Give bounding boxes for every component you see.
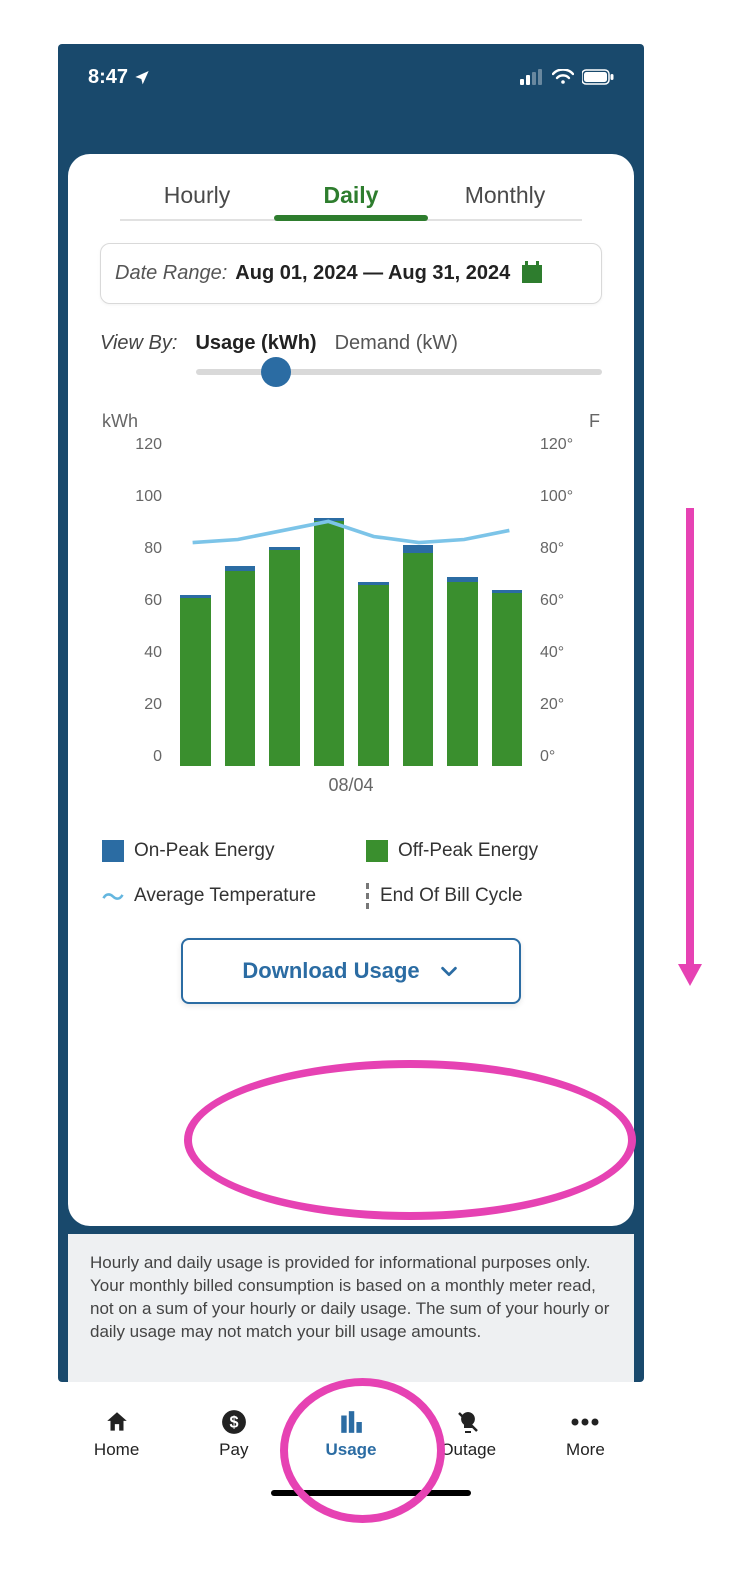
nav-more[interactable]: More (527, 1386, 644, 1482)
download-usage-label: Download Usage (242, 958, 419, 984)
dollar-icon: $ (221, 1408, 247, 1436)
chart-legend: On-Peak Energy Off-Peak Energy 〜Average … (102, 840, 600, 912)
ellipsis-icon (570, 1408, 600, 1436)
date-range-label: Date Range: (115, 262, 227, 285)
svg-text:$: $ (229, 1413, 238, 1431)
view-by-demand-option[interactable]: Demand (kW) (335, 332, 458, 355)
nav-home[interactable]: Home (58, 1386, 175, 1482)
view-by-usage-option[interactable]: Usage (kWh) (195, 332, 316, 355)
usage-card: Hourly Daily Monthly Date Range: Aug 01,… (68, 154, 634, 1226)
legend-bill-cycle: End Of Bill Cycle (366, 880, 600, 912)
location-icon (134, 69, 150, 85)
wave-icon: 〜 (102, 880, 124, 912)
chevron-down-icon (438, 960, 460, 982)
view-by-label: View By: (100, 332, 177, 355)
status-time: 8:47 (88, 66, 128, 89)
battery-icon (582, 69, 614, 85)
usage-chart[interactable]: 120100806040200 120°100°80°60°40°20°0° 0… (98, 436, 604, 796)
bottom-nav: Home $ Pay Usage Outage More (58, 1386, 644, 1482)
disclaimer-text: Hourly and daily usage is provided for i… (90, 1252, 612, 1344)
legend-avg-temp: 〜Average Temperature (102, 880, 336, 912)
y-axis-right-title: F (589, 411, 600, 432)
bar-chart-icon (337, 1408, 365, 1436)
tab-monthly[interactable]: Monthly (428, 182, 582, 219)
nav-usage[interactable]: Usage (292, 1386, 409, 1482)
period-tabs: Hourly Daily Monthly (120, 182, 582, 221)
legend-off-peak: Off-Peak Energy (366, 840, 600, 862)
date-range-picker[interactable]: Date Range: Aug 01, 2024 — Aug 31, 2024 (100, 243, 602, 304)
square-icon (366, 840, 388, 862)
status-bar: 8:47 (58, 44, 644, 110)
temperature-line (170, 446, 532, 808)
legend-on-peak: On-Peak Energy (102, 840, 336, 862)
lightbulb-off-icon (456, 1408, 480, 1436)
calendar-icon (522, 265, 542, 283)
app-frame: 8:47 Hourly Daily Monthly (58, 44, 644, 1382)
home-indicator[interactable] (271, 1490, 471, 1496)
y-axis-left-ticks: 120100806040200 (98, 436, 168, 766)
cellular-icon (520, 69, 544, 85)
tab-hourly[interactable]: Hourly (120, 182, 274, 219)
wifi-icon (552, 69, 574, 85)
slider-knob[interactable] (261, 357, 291, 387)
tab-daily[interactable]: Daily (274, 182, 428, 219)
view-by-slider[interactable] (196, 361, 602, 383)
annotation-arrow-head (678, 964, 702, 986)
square-icon (102, 840, 124, 862)
y-axis-right-ticks: 120°100°80°60°40°20°0° (534, 436, 604, 766)
nav-outage[interactable]: Outage (410, 1386, 527, 1482)
y-axis-left-title: kWh (102, 411, 138, 432)
x-axis-label: 08/04 (170, 775, 532, 796)
nav-pay[interactable]: $ Pay (175, 1386, 292, 1482)
dashed-line-icon (366, 883, 370, 909)
download-usage-button[interactable]: Download Usage (181, 938, 521, 1004)
annotation-arrow-stem (686, 508, 694, 968)
home-icon (104, 1408, 130, 1436)
view-by-row: View By: Usage (kWh) Demand (kW) (100, 332, 602, 355)
disclaimer: Hourly and daily usage is provided for i… (68, 1234, 634, 1382)
date-range-value: Aug 01, 2024 — Aug 31, 2024 (235, 262, 510, 285)
